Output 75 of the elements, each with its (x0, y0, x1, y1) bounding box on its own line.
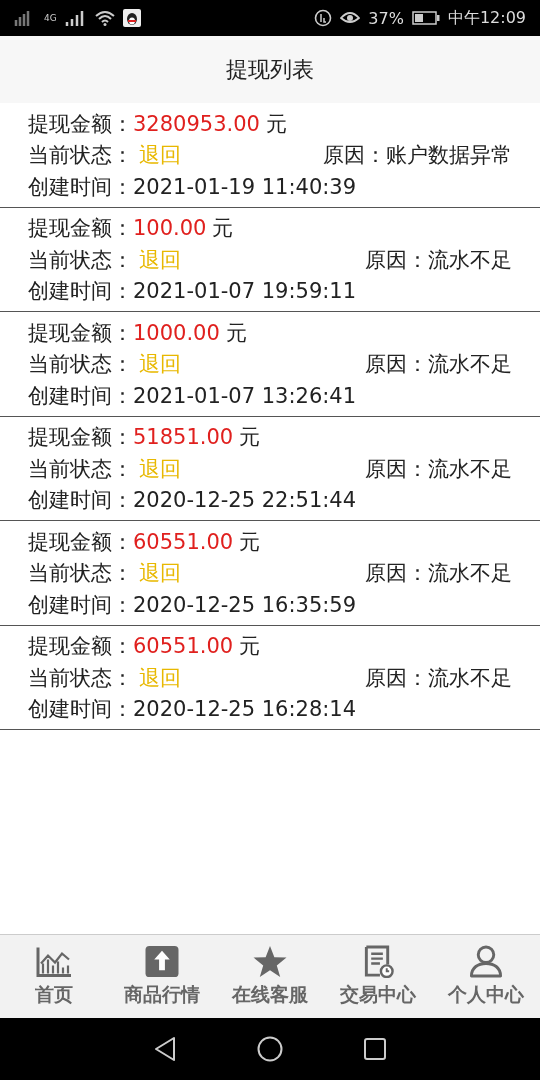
field-label: 当前状态： (28, 246, 133, 274)
reason-value: 流水不足 (428, 560, 512, 588)
tab-bar-item[interactable]: 首页 (0, 935, 108, 1018)
reason-value: 流水不足 (428, 351, 512, 379)
currency-unit: 元 (265, 110, 287, 138)
status-value: 退回 (139, 664, 181, 692)
clock: 中午12:09 (447, 7, 526, 29)
created-time: 2021-01-07 13:26:41 (133, 383, 357, 408)
battery-icon (411, 11, 440, 25)
field-label: 原因： (365, 246, 428, 274)
tab-bar-item[interactable]: 个人中心 (432, 935, 540, 1018)
wifi-icon (94, 10, 115, 26)
currency-unit: 元 (239, 633, 261, 661)
currency-unit: 元 (225, 319, 247, 347)
field-label: 原因： (365, 664, 428, 692)
amount-value: 100.00 (133, 216, 207, 241)
network-type: 4G (44, 13, 57, 23)
field-label: 原因： (365, 560, 428, 588)
reason-value: 流水不足 (428, 455, 512, 483)
field-label: 原因： (365, 351, 428, 379)
field-label: 创建时间： (28, 382, 133, 410)
back-icon[interactable] (153, 1036, 177, 1062)
created-time: 2021-01-19 11:40:39 (133, 174, 357, 199)
field-label: 创建时间： (28, 696, 133, 724)
field-label: 创建时间： (28, 278, 133, 306)
amount-value: 3280953.00 (133, 111, 260, 136)
field-label: 创建时间： (28, 173, 133, 201)
created-time: 2020-12-25 22:51:44 (133, 488, 357, 513)
field-label: 当前状态： (28, 560, 133, 588)
page-title: 提现列表 (226, 55, 314, 84)
penguin-app-icon (122, 9, 141, 27)
data-saver-icon (314, 9, 333, 27)
amount-value: 1000.00 (133, 320, 220, 345)
field-label: 提现金额： (28, 424, 133, 452)
reason-value: 流水不足 (428, 664, 512, 692)
amount-value: 51851.00 (133, 425, 234, 450)
status-value: 退回 (139, 246, 181, 274)
field-label: 当前状态： (28, 664, 133, 692)
chart-icon (36, 945, 72, 978)
field-label: 提现金额： (28, 528, 133, 556)
person-icon (468, 945, 504, 978)
field-label: 提现金额： (28, 633, 133, 661)
field-label: 提现金额： (28, 319, 133, 347)
field-label: 提现金额： (28, 215, 133, 243)
amount-value: 60551.00 (133, 634, 234, 659)
currency-unit: 元 (212, 215, 234, 243)
tab-bar-item[interactable]: 交易中心 (324, 935, 432, 1018)
field-label: 原因： (365, 455, 428, 483)
field-label: 提现金额： (28, 110, 133, 138)
created-time: 2020-12-25 16:28:14 (133, 697, 357, 722)
currency-unit: 元 (239, 424, 261, 452)
reason-value: 流水不足 (428, 246, 512, 274)
created-time: 2021-01-07 19:59:11 (133, 279, 357, 304)
status-value: 退回 (139, 142, 181, 170)
tab-bar-item[interactable]: 在线客服 (216, 935, 324, 1018)
home-icon[interactable] (257, 1036, 283, 1062)
reason-value: 账户数据异常 (386, 142, 512, 170)
eye-icon (340, 10, 361, 26)
upload-icon (144, 945, 180, 978)
status-value: 退回 (139, 351, 181, 379)
tab-bar-item[interactable]: 商品行情 (108, 935, 216, 1018)
created-time: 2020-12-25 16:35:59 (133, 592, 357, 617)
status-value: 退回 (139, 560, 181, 588)
field-label: 原因： (323, 142, 386, 170)
field-label: 当前状态： (28, 351, 133, 379)
field-label: 当前状态： (28, 455, 133, 483)
recents-icon[interactable] (363, 1037, 387, 1061)
status-value: 退回 (139, 455, 181, 483)
field-label: 创建时间： (28, 487, 133, 515)
field-label: 创建时间： (28, 591, 133, 619)
amount-value: 60551.00 (133, 529, 234, 554)
battery-percent: 37% (368, 8, 404, 28)
star-icon (252, 945, 288, 978)
currency-unit: 元 (239, 528, 261, 556)
field-label: 当前状态： (28, 142, 133, 170)
